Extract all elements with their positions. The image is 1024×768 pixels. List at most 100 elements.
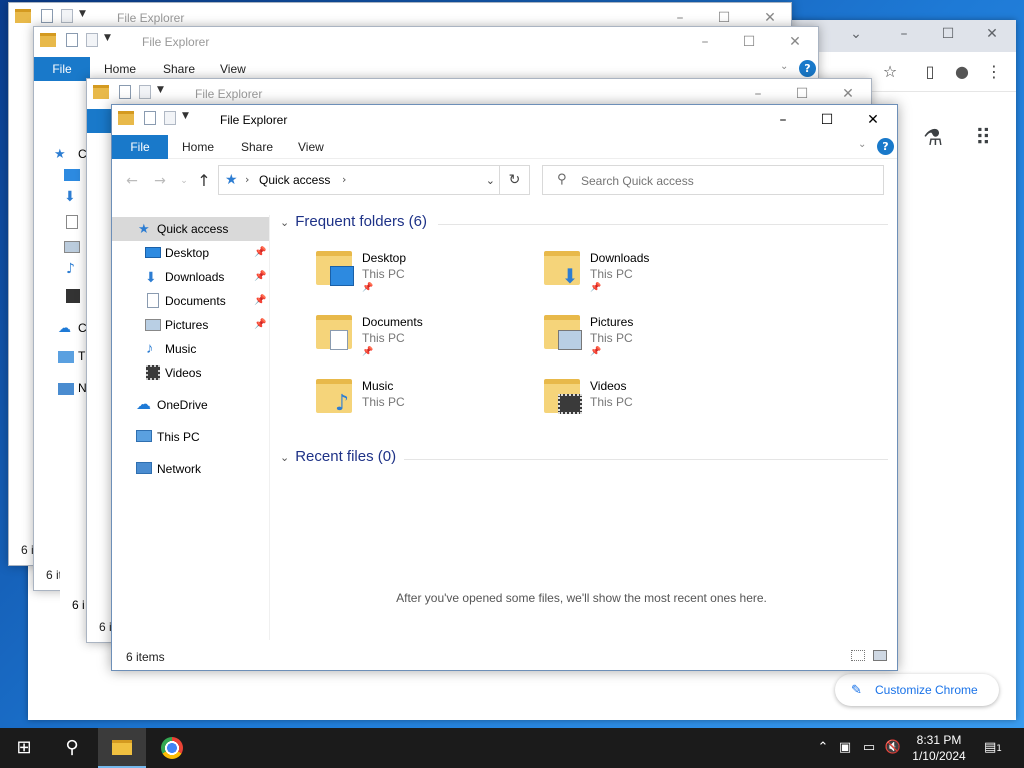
customize-dropdown-icon[interactable]: ▼ [79, 9, 86, 19]
minimize-icon[interactable]: – [682, 27, 728, 57]
properties-icon[interactable] [41, 9, 53, 23]
status-item-count: 6 i [99, 620, 112, 634]
folder-tile-pictures[interactable]: Pictures This PC 📌 [542, 311, 762, 369]
close-icon[interactable]: ✕ [772, 27, 818, 57]
sidebar-item-music[interactable]: ♪ Music [112, 337, 269, 361]
picture-icon [64, 241, 80, 253]
download-arrow-icon: ⬇ [64, 189, 76, 205]
file-explorer-taskbar-icon[interactable] [98, 728, 146, 768]
folder-tile-music[interactable]: ♪ Music This PC [314, 375, 534, 433]
chevron-down-icon[interactable]: ⌄ [780, 61, 788, 72]
maximize-icon[interactable]: ☐ [726, 27, 772, 57]
recent-locations-chevron-icon[interactable]: ⌄ [174, 171, 194, 191]
chevron-down-icon[interactable]: ⌄ [280, 217, 289, 229]
pin-icon[interactable]: 📌 [254, 241, 266, 265]
pin-icon[interactable]: 📌 [254, 289, 266, 313]
new-folder-icon[interactable] [61, 9, 73, 23]
profile-icon[interactable]: ● [950, 60, 974, 84]
network-icon [136, 462, 152, 474]
search-input[interactable] [581, 172, 861, 190]
chevron-down-icon[interactable]: ⌄ [280, 452, 289, 464]
new-folder-icon[interactable] [139, 85, 151, 99]
pin-icon[interactable]: 📌 [254, 265, 266, 289]
back-arrow-icon[interactable]: ← [122, 171, 142, 191]
tab-file[interactable]: File [112, 135, 168, 159]
pin-icon[interactable]: 📌 [254, 313, 266, 337]
breadcrumb-quick-access[interactable]: Quick access [259, 173, 330, 187]
pencil-icon: ✎ [851, 682, 862, 697]
search-box[interactable]: ⚲ [542, 165, 884, 195]
folder-location: This PC [590, 267, 633, 281]
customize-chrome-button[interactable]: ✎ Customize Chrome [835, 674, 999, 706]
customize-dropdown-icon[interactable]: ▼ [182, 111, 189, 121]
sidebar-item-videos[interactable]: Videos [112, 361, 269, 385]
notifications-icon[interactable]: ▤1 [980, 728, 1006, 768]
up-arrow-icon[interactable]: ↑ [194, 171, 214, 191]
customize-dropdown-icon[interactable]: ▼ [104, 33, 111, 43]
chevron-up-icon[interactable]: ⌃ [814, 728, 832, 768]
sidebar-item-this-pc[interactable]: This PC [112, 425, 269, 449]
more-menu-icon[interactable]: ⋮ [982, 60, 1006, 84]
properties-icon[interactable] [144, 111, 156, 125]
apps-grid-icon[interactable]: ⠿ [968, 124, 998, 154]
window-title: File Explorer [195, 87, 263, 101]
quick-access-toolbar: ▼ [93, 85, 173, 103]
sidebar-item-documents[interactable]: Documents 📌 [112, 289, 269, 313]
breadcrumb-separator-icon[interactable]: › [245, 173, 249, 186]
large-icons-view-icon[interactable] [873, 650, 887, 661]
tab-view[interactable]: View [298, 135, 324, 159]
sidebar-item-quick-access[interactable]: ★ Quick access [112, 217, 269, 241]
close-icon[interactable]: ✕ [972, 26, 1012, 46]
side-panel-icon[interactable]: ▯ [918, 60, 942, 84]
address-dropdown-icon[interactable]: ⌄ [486, 174, 495, 187]
maximize-icon[interactable]: ☐ [928, 26, 968, 46]
folder-tile-documents[interactable]: Documents This PC 📌 [314, 311, 534, 369]
close-icon[interactable]: ✕ [850, 105, 896, 135]
tab-file[interactable]: File [34, 57, 90, 81]
folder-tile-videos[interactable]: Videos This PC [542, 375, 762, 433]
refresh-icon[interactable]: ↻ [499, 166, 529, 194]
folder-tile-downloads[interactable]: ⬇ Downloads This PC 📌 [542, 247, 762, 305]
sidebar-item-pictures[interactable]: Pictures 📌 [112, 313, 269, 337]
chrome-taskbar-icon[interactable] [148, 728, 196, 768]
clock[interactable]: 8:31 PM 1/10/2024 [900, 732, 978, 764]
network-tray-icon[interactable]: ▭ [860, 728, 878, 768]
sidebar-item-network[interactable]: Network [112, 457, 269, 481]
new-folder-icon[interactable] [86, 33, 98, 47]
maximize-icon[interactable]: ☐ [804, 105, 850, 135]
sidebar-item-onedrive[interactable]: ☁ OneDrive [112, 393, 269, 417]
tab-share[interactable]: Share [241, 135, 273, 159]
properties-icon[interactable] [66, 33, 78, 47]
minimize-icon[interactable]: – [760, 105, 806, 135]
details-view-icon[interactable] [851, 650, 865, 661]
security-icon[interactable]: ▣ [836, 728, 854, 768]
sidebar-item-desktop[interactable]: Desktop 📌 [112, 241, 269, 265]
customize-dropdown-icon[interactable]: ▼ [157, 85, 164, 95]
film-icon [66, 289, 80, 303]
document-icon [330, 330, 348, 350]
minimize-icon[interactable]: – [884, 26, 924, 46]
start-windows-icon[interactable]: ⊞ [0, 728, 48, 768]
labs-flask-icon[interactable]: ⚗ [918, 124, 948, 154]
sidebar-item-downloads[interactable]: ⬇ Downloads 📌 [112, 265, 269, 289]
search-icon: ⚲ [557, 172, 567, 187]
breadcrumb-separator-icon[interactable]: › [342, 173, 346, 186]
forward-arrow-icon[interactable]: → [150, 171, 170, 191]
chevron-down-icon[interactable]: ⌄ [858, 139, 866, 150]
frequent-folders-header[interactable]: ⌄ Frequent folders (6) [280, 213, 888, 235]
search-icon[interactable]: ⚲ [48, 728, 96, 768]
cloud-icon: ☁ [136, 396, 151, 413]
new-folder-icon[interactable] [164, 111, 176, 125]
status-item-count: 6 items [126, 650, 165, 664]
help-icon[interactable]: ? [877, 138, 894, 155]
bookmark-star-icon[interactable]: ☆ [878, 60, 902, 84]
tab-home[interactable]: Home [182, 135, 214, 159]
explorer-window: ▼ File Explorer – ☐ ✕ File Home Share Vi… [111, 104, 898, 671]
properties-icon[interactable] [119, 85, 131, 99]
folder-icon [40, 33, 56, 47]
chevron-down-icon[interactable]: ⌄ [836, 26, 876, 46]
help-icon[interactable]: ? [799, 60, 816, 77]
address-bar[interactable]: ★ › Quick access › ⌄ ↻ [218, 165, 530, 195]
recent-files-header[interactable]: ⌄ Recent files (0) [280, 448, 888, 470]
folder-tile-desktop[interactable]: Desktop This PC 📌 [314, 247, 534, 305]
